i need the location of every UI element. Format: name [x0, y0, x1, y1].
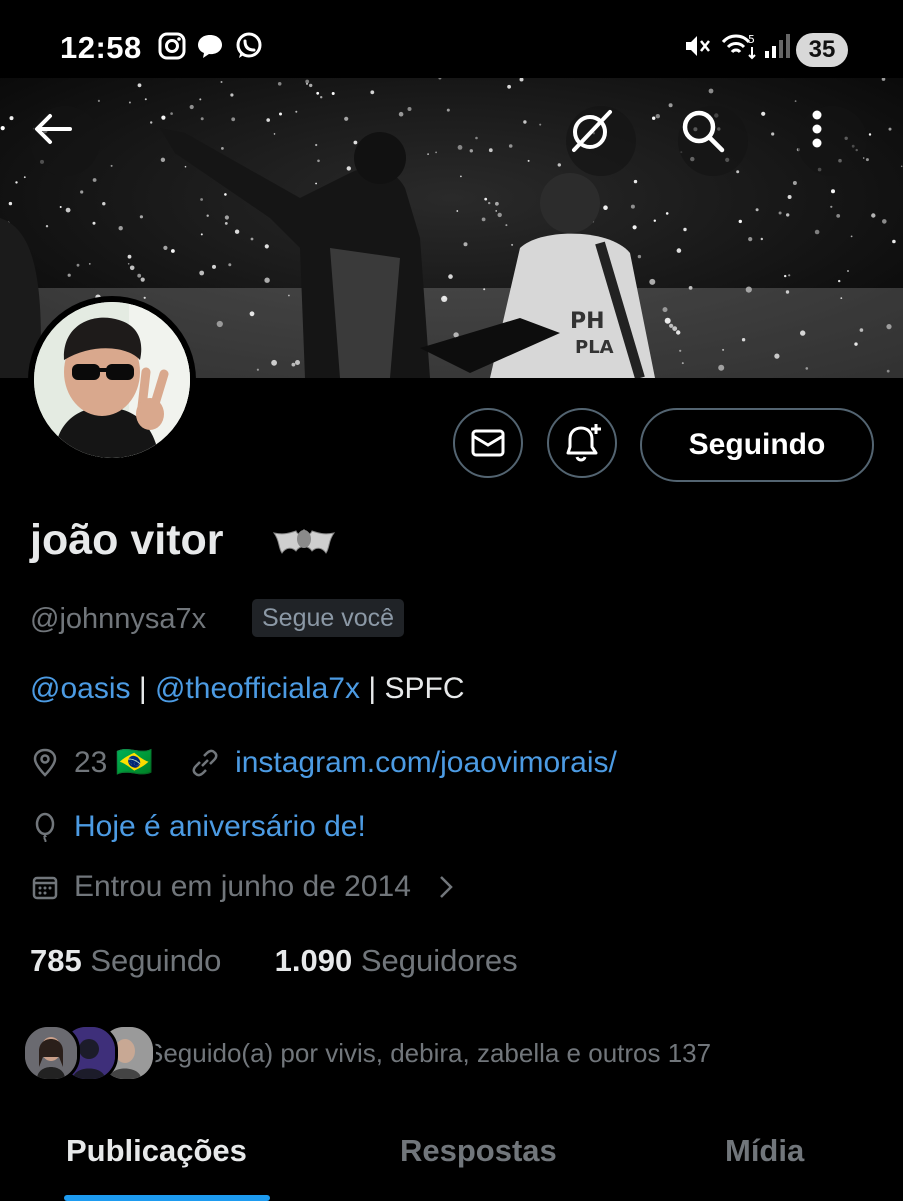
svg-text:PLA: PLA [575, 337, 614, 358]
search-icon [682, 110, 725, 153]
following-label: Seguindo [90, 943, 222, 978]
profile-avatar[interactable] [28, 296, 196, 464]
joined-row[interactable]: Entrou em junho de 2014 [30, 870, 475, 904]
bio-separator: | [360, 672, 385, 705]
grok-button[interactable] [566, 106, 636, 176]
svg-text:5: 5 [748, 33, 755, 46]
grok-icon [572, 110, 612, 152]
followed-by-text[interactable]: Seguido(a) por vivis, debira, zabella e … [146, 1038, 711, 1069]
profile-name: joão vitor [30, 516, 224, 564]
location-website-row: 23 🇧🇷 instagram.com/joaovimorais/ [30, 745, 617, 780]
birthday-row: Hoje é aniversário de! [30, 810, 366, 844]
envelope-icon [471, 429, 505, 457]
profile-tabs: Publicações Respostas Mídia [0, 1125, 903, 1200]
avatar-photo [34, 302, 190, 458]
following-stat[interactable]: 785 Seguindo [30, 943, 221, 978]
followers-label: Seguidores [360, 943, 518, 978]
location-pin-icon [33, 748, 57, 777]
follows-you-badge: Segue você [252, 599, 405, 637]
mute-icon [686, 36, 710, 56]
tab-publicacoes[interactable]: Publicações [66, 1133, 247, 1169]
whatsapp-icon [236, 32, 262, 58]
back-button[interactable] [30, 106, 100, 176]
birthday-text: Hoje é aniversário de! [74, 810, 366, 843]
link-icon [192, 749, 218, 776]
profile-bio: @oasis | @theofficiala7x | SPFC [30, 672, 464, 706]
location-text: 23 🇧🇷 [74, 746, 154, 779]
bell-plus-icon [566, 424, 601, 462]
active-tab-indicator [64, 1195, 270, 1201]
battery-indicator: 35 [796, 33, 848, 67]
notifications-button[interactable] [547, 408, 617, 478]
tab-midia[interactable]: Mídia [725, 1133, 804, 1169]
signal-icon [765, 34, 790, 58]
message-button[interactable] [453, 408, 523, 478]
profile-handle: @johnnysa7x [30, 603, 207, 635]
balloon-icon [35, 812, 55, 842]
bio-text: SPFC [384, 672, 465, 705]
search-button[interactable] [678, 106, 748, 176]
mini-avatar [22, 1024, 80, 1082]
instagram-icon [158, 32, 186, 60]
bio-mention-a7x[interactable]: @theofficiala7x [155, 672, 360, 705]
svg-text:PH: PH [570, 309, 605, 334]
chat-bubble-icon [198, 35, 222, 58]
followers-count: 1.090 [274, 943, 353, 978]
joined-text: Entrou em junho de 2014 [74, 870, 411, 903]
following-button[interactable]: Seguindo [640, 408, 874, 482]
website-link[interactable]: instagram.com/joaovimorais/ [235, 746, 617, 780]
more-options-button[interactable] [797, 106, 867, 176]
following-count: 785 [30, 943, 82, 978]
bio-separator: | [130, 672, 155, 705]
tab-respostas[interactable]: Respostas [400, 1133, 557, 1169]
back-arrow-icon [35, 114, 72, 144]
status-bar: 12:58 5 35 [0, 0, 903, 78]
chevron-right-icon [440, 876, 453, 898]
follow-stats: 785 Seguindo 1.090 Seguidores [30, 943, 518, 979]
bio-mention-oasis[interactable]: @oasis [30, 672, 131, 705]
wifi-icon: 5 [721, 33, 756, 60]
more-vertical-icon [812, 110, 822, 148]
followers-stat[interactable]: 1.090 Seguidores [275, 943, 518, 978]
status-time: 12:58 [60, 30, 142, 65]
bat-emoji-icon [272, 529, 336, 554]
calendar-icon [32, 876, 58, 900]
